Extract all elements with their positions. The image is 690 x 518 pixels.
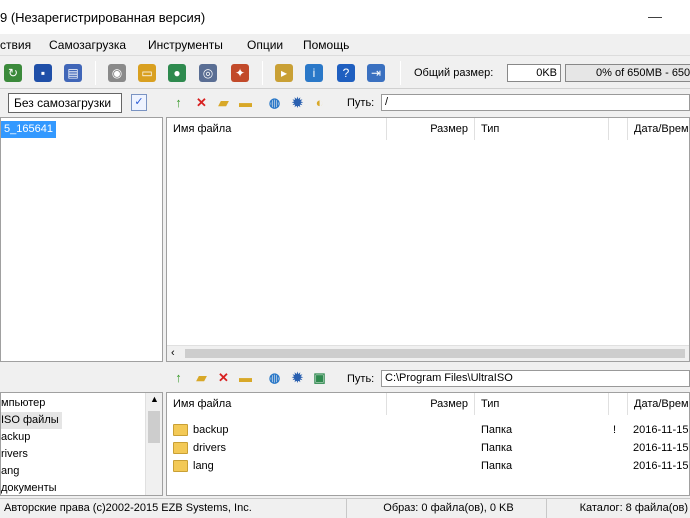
globe-icon[interactable]: ◍: [266, 94, 283, 111]
menu-actions[interactable]: ствия: [0, 38, 31, 52]
top-path-label: Путь:: [347, 97, 375, 109]
iso-tree-panel: 5_165641: [0, 117, 163, 362]
scroll-left-icon[interactable]: ‹: [171, 346, 175, 361]
column-header-date[interactable]: Дата/Врем: [627, 393, 689, 415]
file-name: drivers: [193, 442, 227, 454]
up-folder-icon[interactable]: ↑: [170, 369, 187, 386]
tree-item-lang[interactable]: ang: [1, 463, 19, 480]
scroll-up-icon[interactable]: ▲: [150, 394, 159, 404]
help-icon[interactable]: ?: [337, 64, 355, 82]
file-row[interactable]: lang Папка 2016-11-15: [167, 457, 689, 475]
toolbar-separator: [262, 61, 263, 85]
options-icon[interactable]: ◐: [311, 94, 328, 111]
local-file-list: Имя файла Размер Тип Дата/Врем backup Па…: [166, 392, 690, 496]
status-catalog-info: Каталог: 8 файла(ов): [579, 502, 688, 514]
new-folder-icon[interactable]: ▰: [193, 369, 210, 386]
bottom-path-label: Путь:: [347, 373, 375, 385]
toolbar-separator: [400, 61, 401, 85]
folder-icon: [173, 460, 188, 472]
save-icon[interactable]: ▪: [34, 64, 52, 82]
column-header-name[interactable]: Имя файла: [167, 118, 387, 140]
tree-item-documents[interactable]: документы: [1, 480, 57, 495]
minimize-button[interactable]: —: [640, 6, 670, 28]
vertical-scrollbar[interactable]: ▲: [145, 393, 162, 495]
tree-item-backup[interactable]: ackup: [1, 429, 30, 446]
open-icon[interactable]: ↻: [4, 64, 22, 82]
bottom-path-input[interactable]: C:\Program Files\UltraISO: [381, 370, 690, 387]
exit-icon[interactable]: ⇥: [367, 64, 385, 82]
status-bar: Авторские права (c)2002-2015 EZB Systems…: [0, 498, 690, 518]
scroll-thumb[interactable]: [185, 349, 685, 358]
boot-check-icon[interactable]: ✓: [131, 94, 147, 111]
tree-item-drivers[interactable]: rivers: [1, 446, 28, 463]
file-date: 2016-11-15: [633, 460, 689, 472]
save-as-icon[interactable]: ▤: [64, 64, 82, 82]
file-date: 2016-11-15: [633, 424, 689, 436]
status-copyright: Авторские права (c)2002-2015 EZB Systems…: [0, 499, 347, 518]
folder-icon: [173, 424, 188, 436]
menu-bootable[interactable]: Самозагрузка: [49, 38, 126, 52]
folder-icon: [173, 442, 188, 454]
info-icon[interactable]: i: [305, 64, 323, 82]
burn-icon[interactable]: ▭: [138, 64, 156, 82]
capacity-progress: 0% of 650MB - 650: [565, 64, 690, 82]
tree-item-iso-root[interactable]: 5_165641: [1, 121, 56, 138]
file-type: Папка: [481, 424, 513, 436]
new-folder-icon[interactable]: ▰: [215, 94, 232, 111]
file-flag: !: [613, 424, 617, 436]
file-type: Папка: [481, 442, 513, 454]
file-date: 2016-11-15: [633, 442, 689, 454]
menu-options[interactable]: Опции: [247, 38, 283, 52]
menu-tools[interactable]: Инструменты: [148, 38, 223, 52]
status-image-info: Образ: 0 файла(ов), 0 KB: [347, 499, 547, 518]
compress-icon[interactable]: ✦: [231, 64, 249, 82]
local-tree-panel: мпьютер ISO файлы ackup rivers ang докум…: [0, 392, 163, 496]
file-name: lang: [193, 460, 214, 472]
window-title: 9 (Незарегистрированная версия): [0, 10, 206, 25]
delete-icon[interactable]: ✕: [193, 94, 210, 111]
title-bar: 9 (Незарегистрированная версия) —: [0, 0, 690, 34]
refresh-icon[interactable]: ▣: [311, 369, 328, 386]
iso-file-list: Имя файла Размер Тип Дата/Врем ‹: [166, 117, 690, 362]
main-toolbar: ↻ ▪ ▤ ◉ ▭ ● ◎ ✦ ▸ i ? ⇥ Общий размер: 0K…: [0, 57, 690, 89]
top-path-input[interactable]: /: [381, 94, 690, 111]
disk-image-icon[interactable]: ◉: [108, 64, 126, 82]
column-header-size[interactable]: Размер: [387, 393, 475, 415]
menu-bar: ствия Самозагрузка Инструменты Опции Пом…: [0, 34, 690, 56]
file-name: backup: [193, 424, 229, 436]
properties-icon[interactable]: ▸: [275, 64, 293, 82]
tree-item-iso-files[interactable]: ISO файлы: [1, 412, 62, 429]
settings-icon[interactable]: ✹: [289, 94, 306, 111]
rename-icon[interactable]: ▬: [237, 369, 254, 386]
column-header-size[interactable]: Размер: [387, 118, 475, 140]
settings-icon[interactable]: ✹: [289, 369, 306, 386]
file-type: Папка: [481, 460, 513, 472]
file-row[interactable]: backup Папка ! 2016-11-15: [167, 421, 689, 439]
toolbar-separator: [95, 61, 96, 85]
column-header-name[interactable]: Имя файла: [167, 393, 387, 415]
up-folder-icon[interactable]: ↑: [170, 94, 187, 111]
boot-type-selector[interactable]: Без самозагрузки: [8, 93, 122, 113]
virtual-drive-icon[interactable]: ◎: [199, 64, 217, 82]
tree-item-computer[interactable]: мпьютер: [1, 395, 45, 412]
column-header-type[interactable]: Тип: [475, 393, 609, 415]
file-row[interactable]: drivers Папка 2016-11-15: [167, 439, 689, 457]
horizontal-scrollbar[interactable]: ‹: [167, 345, 689, 361]
total-size-value: 0KB: [507, 64, 561, 82]
scroll-thumb[interactable]: [148, 411, 160, 443]
delete-icon[interactable]: ✕: [215, 369, 232, 386]
rename-icon[interactable]: ▬: [237, 94, 254, 111]
mount-icon[interactable]: ●: [168, 64, 186, 82]
column-header-date[interactable]: Дата/Врем: [627, 118, 689, 140]
globe-icon[interactable]: ◍: [266, 369, 283, 386]
menu-help[interactable]: Помощь: [303, 38, 349, 52]
total-size-label: Общий размер:: [414, 67, 494, 79]
column-header-type[interactable]: Тип: [475, 118, 609, 140]
